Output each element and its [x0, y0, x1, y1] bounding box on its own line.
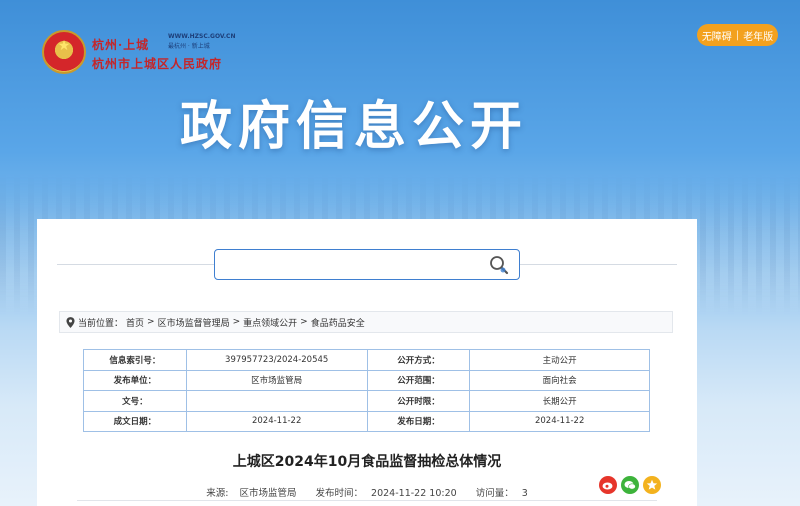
logo-bottom-text: 杭州市上城区人民政府 — [92, 57, 223, 71]
accessibility-button[interactable]: 无障碍 | 老年版 — [697, 24, 778, 46]
search-icon[interactable] — [489, 255, 509, 275]
site-logo[interactable]: 杭州·上城 WWW.HZSC.GOV.CN 最杭州 · 新上城 杭州市上城区人民… — [42, 30, 242, 78]
disclosure-method-value: 主动公开 — [469, 349, 650, 371]
publish-time-label: 发布时间： — [315, 488, 364, 499]
index-number-label: 信息索引号： — [83, 349, 187, 371]
written-date-value: 2024-11-22 — [185, 410, 368, 432]
table-row: 文号： 公开时限： 长期公开 — [83, 390, 650, 412]
disclosure-method-label: 公开方式： — [366, 349, 471, 371]
search-box[interactable] — [214, 249, 520, 280]
publisher-label: 发布单位： — [83, 369, 187, 391]
disclosure-scope-label: 公开范围： — [366, 369, 471, 391]
publish-time-value: 2024-11-22 10:20 — [371, 488, 457, 499]
document-number-label: 文号： — [83, 390, 187, 412]
breadcrumb-prefix: 当前位置： — [78, 318, 124, 329]
written-date-label: 成文日期： — [83, 410, 187, 432]
source-label: 来源: — [206, 488, 229, 499]
publisher-value: 区市场监管局 — [185, 369, 368, 391]
document-title: 上城区2024年10月食品监督抽检总体情况 — [232, 454, 502, 470]
logo-url-text: WWW.HZSC.GOV.CN — [168, 33, 236, 40]
emblem-icon — [42, 30, 86, 74]
logo-slogan-text: 最杭州 · 新上城 — [168, 43, 210, 50]
disclosure-period-label: 公开时限： — [366, 390, 471, 412]
disclosure-scope-value: 面向社会 — [469, 369, 650, 391]
logo-top-text: 杭州·上城 — [92, 38, 150, 52]
accessibility-label[interactable]: 无障碍 — [702, 28, 732, 43]
disclosure-period-value: 长期公开 — [469, 390, 650, 412]
index-number-value: 397957723/2024-20545 — [185, 349, 368, 371]
breadcrumb-separator: > — [300, 317, 308, 327]
breadcrumb-bureau[interactable]: 区市场监督管理局 — [158, 316, 230, 329]
content-panel: 当前位置： 首页 > 区市场监督管理局 > 重点领域公开 > 食品药品安全 信息… — [37, 219, 697, 506]
visit-count-info: 访问量： 3 — [472, 488, 532, 499]
breadcrumb-key-areas[interactable]: 重点领域公开 — [243, 316, 297, 329]
breadcrumb-home[interactable]: 首页 — [126, 316, 144, 329]
publish-date-label: 发布日期： — [366, 410, 471, 432]
content-divider — [77, 500, 657, 501]
divider: | — [735, 29, 740, 41]
publish-date-value: 2024-11-22 — [469, 410, 650, 432]
table-row: 发布单位： 区市场监管局 公开范围： 面向社会 — [83, 369, 650, 391]
breadcrumb-food-drug[interactable]: 食品药品安全 — [311, 316, 365, 329]
banner-title: 政府信息公开 — [180, 97, 529, 157]
table-row: 成文日期： 2024-11-22 发布日期： 2024-11-22 — [83, 410, 650, 432]
breadcrumb: 当前位置： 首页 > 区市场监督管理局 > 重点领域公开 > 食品药品安全 — [59, 311, 673, 333]
location-pin-icon — [66, 316, 75, 328]
source-info: 来源: 区市场监管局 — [202, 488, 300, 499]
visit-count-value: 3 — [521, 488, 528, 499]
metadata-table: 信息索引号： 397957723/2024-20545 公开方式： 主动公开 发… — [83, 349, 650, 432]
breadcrumb-separator: > — [232, 317, 241, 327]
source-value: 区市场监管局 — [239, 488, 297, 499]
table-row: 信息索引号： 397957723/2024-20545 公开方式： 主动公开 — [83, 349, 650, 371]
document-meta: 来源: 区市场监管局 发布时间： 2024-11-22 10:20 访问量： 3 — [37, 485, 697, 499]
search-input[interactable] — [223, 254, 483, 276]
visit-count-label: 访问量： — [475, 488, 514, 499]
breadcrumb-separator: > — [147, 317, 155, 327]
document-number-value — [185, 390, 368, 412]
elder-mode-label[interactable]: 老年版 — [743, 28, 773, 43]
publish-time-info: 发布时间： 2024-11-22 10:20 — [312, 488, 461, 499]
